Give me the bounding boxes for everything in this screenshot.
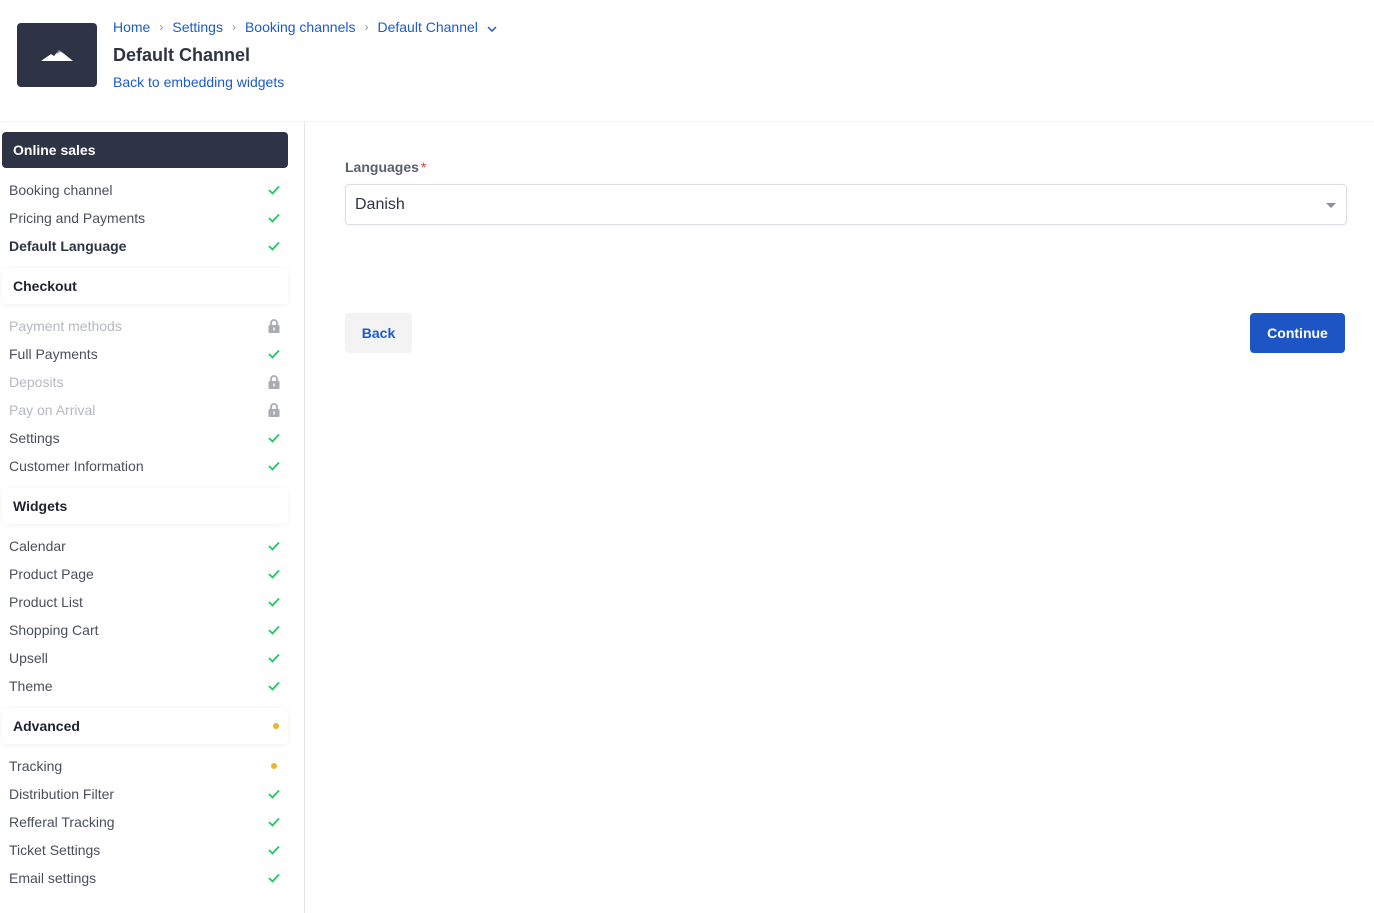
sidebar-item-distribution-filter[interactable]: Distribution Filter (0, 780, 290, 808)
back-to-widgets-link[interactable]: Back to embedding widgets (113, 74, 284, 90)
group-label: Online sales (13, 142, 96, 158)
languages-select[interactable]: Danish (345, 184, 1347, 225)
item-label: Product Page (9, 566, 94, 582)
pending-dot-icon (273, 723, 279, 729)
item-label: Deposits (9, 374, 64, 390)
sidebar-item-product-page[interactable]: Product Page (0, 560, 290, 588)
languages-select-value: Danish (355, 196, 405, 213)
check-icon (267, 623, 281, 637)
sidebar-item-full-payments[interactable]: Full Payments (0, 340, 290, 368)
breadcrumb-default-channel-label: Default Channel (377, 19, 478, 35)
sidebar: Online sales Booking channel Pricing and… (0, 122, 305, 913)
channel-logo (17, 23, 97, 87)
languages-label-text: Languages (345, 159, 419, 175)
check-icon (267, 871, 281, 885)
sidebar-item-refferal-tracking[interactable]: Refferal Tracking (0, 808, 290, 836)
check-icon (267, 539, 281, 553)
mountain-icon (41, 50, 73, 61)
sidebar-group-widgets[interactable]: Widgets (2, 488, 288, 524)
continue-button[interactable]: Continue (1250, 313, 1345, 353)
item-label: Upsell (9, 650, 48, 666)
check-icon (267, 211, 281, 225)
sidebar-item-booking-channel[interactable]: Booking channel (0, 176, 290, 204)
sidebar-item-email-settings[interactable]: Email settings (0, 864, 290, 892)
item-label: Refferal Tracking (9, 814, 115, 830)
check-icon (267, 651, 281, 665)
item-label: Product List (9, 594, 83, 610)
sidebar-group-advanced[interactable]: Advanced (2, 708, 288, 744)
sidebar-item-upsell[interactable]: Upsell (0, 644, 290, 672)
lock-icon (267, 319, 281, 333)
item-label: Calendar (9, 538, 66, 554)
item-label: Settings (9, 430, 60, 446)
check-icon (267, 347, 281, 361)
sidebar-item-deposits: Deposits (0, 368, 290, 396)
sidebar-item-pricing-and-payments[interactable]: Pricing and Payments (0, 204, 290, 232)
sidebar-item-tracking[interactable]: Tracking (0, 752, 290, 780)
sidebar-item-product-list[interactable]: Product List (0, 588, 290, 616)
sidebar-item-default-language[interactable]: Default Language (0, 232, 290, 260)
required-marker: * (420, 159, 427, 175)
item-label: Shopping Cart (9, 622, 99, 638)
languages-label: Languages * (345, 159, 426, 175)
item-label: Theme (9, 678, 53, 694)
main-content: Languages * Danish Back Continue (306, 122, 1374, 913)
chevron-down-icon (487, 26, 497, 32)
check-icon (267, 595, 281, 609)
item-label: Default Language (9, 238, 127, 254)
item-label: Full Payments (9, 346, 98, 362)
group-label: Widgets (13, 498, 68, 514)
breadcrumb-separator-icon: › (159, 20, 164, 34)
check-icon (267, 815, 281, 829)
item-label: Customer Information (9, 458, 144, 474)
sidebar-group-online-sales[interactable]: Online sales (2, 132, 288, 168)
sidebar-group-checkout[interactable]: Checkout (2, 268, 288, 304)
group-label: Advanced (13, 718, 80, 734)
item-label: Distribution Filter (9, 786, 115, 802)
check-icon (267, 787, 281, 801)
item-label: Pay on Arrival (9, 402, 96, 418)
check-icon (267, 567, 281, 581)
item-label: Booking channel (9, 182, 113, 198)
page-title: Default Channel (113, 45, 251, 65)
item-label: Payment methods (9, 318, 122, 334)
page-header: Home › Settings › Booking channels › Def… (0, 0, 1374, 122)
sidebar-item-theme[interactable]: Theme (0, 672, 290, 700)
check-icon (267, 183, 281, 197)
breadcrumb-booking-channels[interactable]: Booking channels (245, 19, 356, 35)
breadcrumb-settings[interactable]: Settings (172, 19, 223, 35)
breadcrumb-separator-icon: › (231, 20, 236, 34)
pending-dot-icon (267, 759, 281, 773)
breadcrumb: Home › Settings › Booking channels › Def… (113, 19, 497, 35)
breadcrumb-default-channel[interactable]: Default Channel (377, 19, 497, 35)
sidebar-item-shopping-cart[interactable]: Shopping Cart (0, 616, 290, 644)
sidebar-item-settings[interactable]: Settings (0, 424, 290, 452)
sidebar-item-ticket-settings[interactable]: Ticket Settings (0, 836, 290, 864)
caret-down-icon (1326, 203, 1336, 208)
check-icon (267, 843, 281, 857)
lock-icon (267, 403, 281, 417)
item-label: Tracking (9, 758, 63, 774)
check-icon (267, 431, 281, 445)
sidebar-item-calendar[interactable]: Calendar (0, 532, 290, 560)
sidebar-item-pay-on-arrival: Pay on Arrival (0, 396, 290, 424)
group-label: Checkout (13, 278, 77, 294)
sidebar-item-payment-methods: Payment methods (0, 312, 290, 340)
item-label: Pricing and Payments (9, 210, 146, 226)
item-label: Ticket Settings (9, 842, 101, 858)
check-icon (267, 459, 281, 473)
item-label: Email settings (9, 870, 97, 886)
sidebar-item-customer-information[interactable]: Customer Information (0, 452, 290, 480)
check-icon (267, 679, 281, 693)
breadcrumb-home[interactable]: Home (113, 19, 150, 35)
breadcrumb-separator-icon: › (364, 20, 369, 34)
back-button[interactable]: Back (345, 313, 412, 353)
check-icon (267, 239, 281, 253)
lock-icon (267, 375, 281, 389)
